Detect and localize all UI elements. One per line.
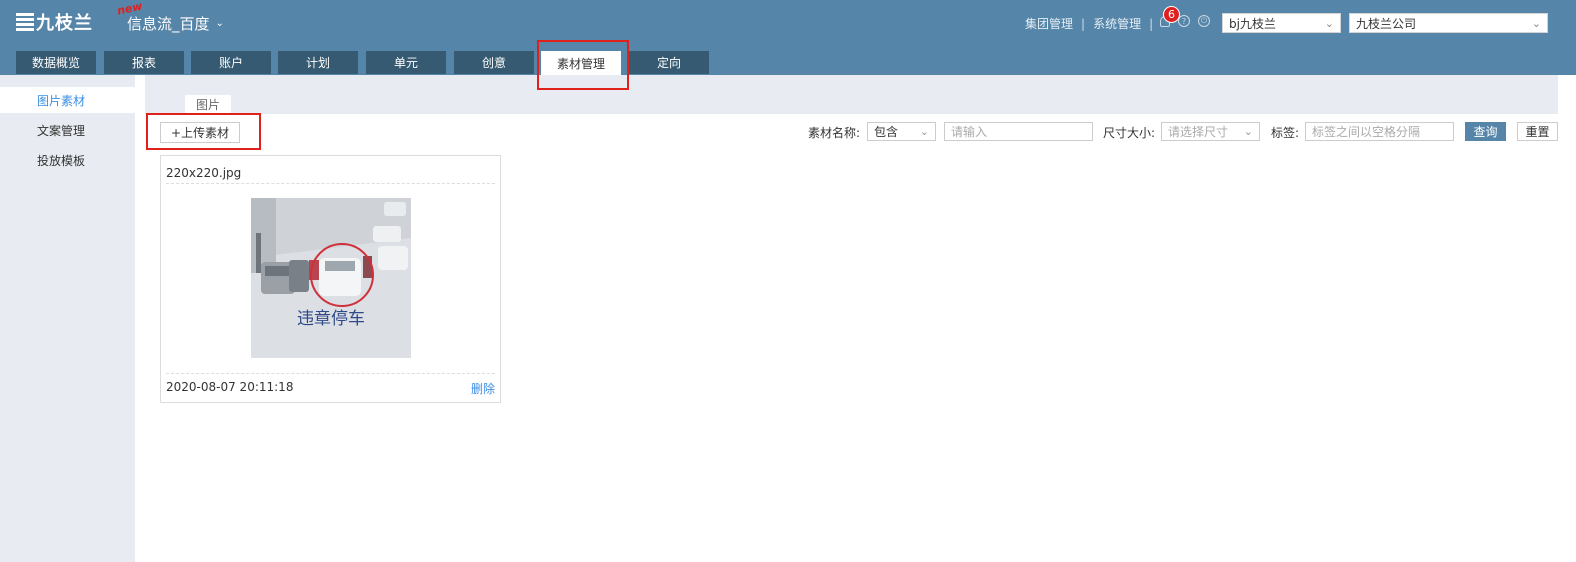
name-match-value: 包含 <box>874 125 899 139</box>
sidebar-item-copy-management[interactable]: 文案管理 <box>0 117 135 143</box>
image-caption: 违章停车 <box>297 309 365 329</box>
tag-input[interactable]: 标签之间以空格分隔 <box>1305 122 1454 141</box>
delete-link[interactable]: 删除 <box>471 380 495 397</box>
sidebar-item-label: 文案管理 <box>37 123 86 138</box>
upload-material-button[interactable]: +上传素材 <box>160 122 240 143</box>
logo-mark-icon <box>16 12 34 32</box>
product-switcher[interactable]: 信息流_百度 ⌄ <box>127 13 224 34</box>
sidebar: 图片素材 文案管理 投放模板 <box>0 75 135 562</box>
sidebar-item-image-materials[interactable]: 图片素材 <box>0 87 135 113</box>
tag-placeholder: 标签之间以空格分隔 <box>1312 125 1421 139</box>
chevron-down-icon: ⌄ <box>1531 16 1541 30</box>
tab-label: 单元 <box>393 56 418 70</box>
tab-creatives[interactable]: 创意 <box>454 51 534 74</box>
logout-icon[interactable]: ⏻ <box>1198 15 1210 27</box>
company-select-value: 九枝兰公司 <box>1356 16 1417 31</box>
help-icon[interactable]: ? <box>1178 15 1190 27</box>
name-match-select[interactable]: 包含 ⌄ <box>867 122 936 141</box>
divider: | <box>1081 16 1086 31</box>
size-label: 尺寸大小: <box>1103 126 1156 140</box>
tab-material-management[interactable]: 素材管理 <box>541 51 621 75</box>
tab-data-overview[interactable]: 数据概览 <box>16 51 96 74</box>
material-name-placeholder: 请输入 <box>951 125 988 139</box>
account-select-value: bj九枝兰 <box>1229 16 1276 31</box>
upload-date: 2020-08-07 20:11:18 <box>166 380 294 394</box>
top-header: 九枝兰 new 信息流_百度 ⌄ 集团管理 | 系统管理 | ? ⏻ 6 bj九… <box>0 0 1576 75</box>
account-select[interactable]: bj九枝兰 ⌄ <box>1222 13 1341 33</box>
material-thumbnail[interactable]: 违章停车 <box>251 198 411 358</box>
subtab-strip <box>145 75 1558 114</box>
reset-button[interactable]: 重置 <box>1517 122 1558 141</box>
tab-label: 报表 <box>131 56 156 70</box>
tab-accounts[interactable]: 账户 <box>191 51 271 74</box>
chevron-down-icon: ⌄ <box>1243 125 1253 138</box>
company-select[interactable]: 九枝兰公司 ⌄ <box>1349 13 1548 33</box>
tab-reports[interactable]: 报表 <box>104 51 184 74</box>
query-button[interactable]: 查询 <box>1465 122 1506 141</box>
tag-label: 标签: <box>1271 126 1300 140</box>
divider: | <box>1149 16 1154 31</box>
logo-text: 九枝兰 <box>36 13 93 34</box>
material-name-input[interactable]: 请输入 <box>944 122 1093 141</box>
sidebar-item-label: 图片素材 <box>37 93 86 108</box>
tab-units[interactable]: 单元 <box>366 51 446 74</box>
sidebar-item-label: 投放模板 <box>37 153 86 168</box>
tab-label: 账户 <box>218 56 243 70</box>
notification-badge[interactable]: 6 <box>1163 6 1180 23</box>
group-management-link[interactable]: 集团管理 <box>1025 15 1073 32</box>
sidebar-item-templates[interactable]: 投放模板 <box>0 147 135 173</box>
tab-label: 创意 <box>481 56 506 70</box>
tab-plans[interactable]: 计划 <box>278 51 358 74</box>
logo[interactable]: 九枝兰 <box>16 11 93 34</box>
material-card: 220x220.jpg 违章停车 2020-08-07 20:11:18 删除 <box>160 155 501 403</box>
system-management-link[interactable]: 系统管理 <box>1093 15 1141 32</box>
tab-label: 素材管理 <box>556 56 605 71</box>
size-placeholder: 请选择尺寸 <box>1168 125 1229 139</box>
chevron-down-icon: ⌄ <box>215 18 224 29</box>
divider <box>166 183 495 184</box>
divider <box>166 373 495 374</box>
tab-images[interactable]: 图片 <box>185 95 231 114</box>
material-name-label: 素材名称: <box>808 126 861 140</box>
chevron-down-icon: ⌄ <box>919 125 929 138</box>
product-title: 信息流_百度 <box>127 15 210 33</box>
tab-label: 数据概览 <box>31 56 80 70</box>
tab-targeting[interactable]: 定向 <box>629 51 709 74</box>
chevron-down-icon: ⌄ <box>1324 16 1334 30</box>
size-select[interactable]: 请选择尺寸 ⌄ <box>1161 122 1260 141</box>
top-links: 集团管理 | 系统管理 | <box>1025 15 1161 32</box>
file-name: 220x220.jpg <box>166 166 242 180</box>
street-photo-image: 违章停车 <box>251 198 411 358</box>
tab-label: 定向 <box>656 56 681 70</box>
tab-label: 计划 <box>305 56 330 70</box>
